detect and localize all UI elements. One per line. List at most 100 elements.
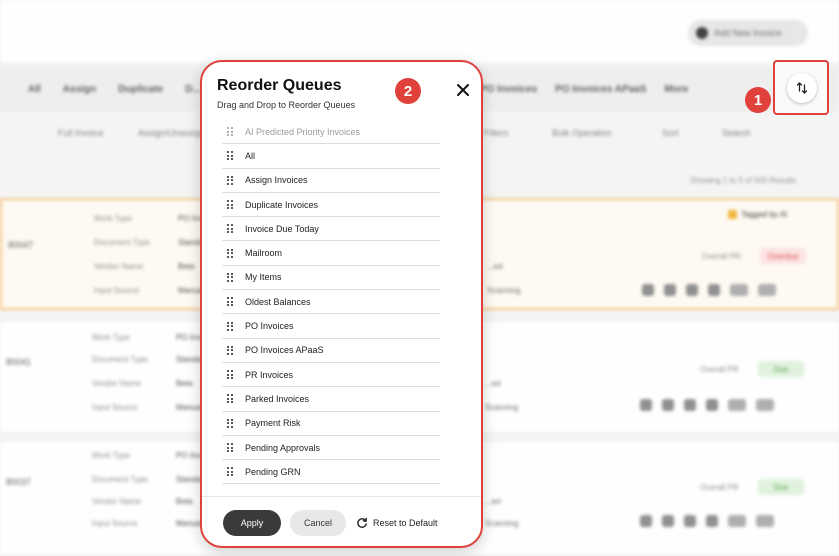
queue-item[interactable]: AI Predicted Priority Invoices — [222, 120, 440, 145]
row-actions — [640, 399, 774, 411]
queue-item[interactable]: PO Invoices — [222, 314, 440, 339]
drag-handle-icon[interactable] — [227, 321, 235, 331]
queue-label: Pending GRN — [245, 466, 301, 477]
field-label: Input Source — [92, 403, 138, 412]
comment-icon[interactable] — [708, 284, 720, 296]
modal-footer: Apply Cancel Reset to Default — [202, 496, 481, 546]
tab-po-invoices-apaas[interactable]: PO Invoices APaaS — [555, 84, 646, 95]
field-value: ...ed — [485, 497, 501, 506]
comment-icon[interactable] — [706, 515, 718, 527]
view-icon[interactable] — [642, 284, 654, 296]
more-icon[interactable] — [756, 399, 774, 411]
queue-item[interactable]: Pending GRN — [222, 460, 440, 485]
queue-label: PR Invoices — [245, 369, 294, 380]
drag-handle-icon[interactable] — [227, 467, 235, 477]
filters-action[interactable]: Filters — [484, 128, 509, 138]
tab-all[interactable]: All — [28, 84, 41, 95]
modal-title: Reorder Queues — [217, 77, 342, 94]
status-badge: Overdue — [760, 248, 806, 264]
queue-item[interactable]: Invoice Due Today — [222, 217, 440, 242]
edit-icon[interactable] — [662, 515, 674, 527]
drag-handle-icon[interactable] — [227, 127, 235, 137]
queue-item[interactable]: Oldest Balances — [222, 290, 440, 315]
queue-label: Pending Approvals — [245, 442, 321, 453]
expand-icon[interactable] — [728, 399, 746, 411]
flag-icon[interactable] — [686, 284, 698, 296]
close-button[interactable] — [451, 78, 475, 102]
drag-handle-icon[interactable] — [227, 248, 235, 258]
full-invoice-action[interactable]: Full Invoice — [58, 128, 104, 138]
queue-item[interactable]: Parked Invoices — [222, 387, 440, 412]
sort-action[interactable]: Sort — [662, 128, 679, 138]
reorder-queues-modal: Reorder Queues Drag and Drop to Reorder … — [200, 60, 483, 548]
cancel-button[interactable]: Cancel — [290, 510, 346, 536]
status-badge: Due — [758, 479, 804, 495]
queue-item[interactable]: Assign Invoices — [222, 169, 440, 193]
view-icon[interactable] — [640, 399, 652, 411]
close-icon — [457, 84, 469, 96]
more-icon[interactable] — [756, 515, 774, 527]
drag-handle-icon[interactable] — [227, 224, 235, 234]
field-label: Vendor Name — [92, 379, 141, 388]
flag-icon[interactable] — [684, 399, 696, 411]
queue-label: Assign Invoices — [245, 175, 308, 186]
queue-label: Invoice Due Today — [245, 223, 319, 234]
drag-handle-icon[interactable] — [227, 151, 235, 161]
ai-tag-label: Tagged by AI — [741, 210, 788, 219]
drag-handle-icon[interactable] — [227, 272, 235, 282]
assign-action[interactable]: Assign/Unassign — [138, 128, 205, 138]
drag-handle-icon[interactable] — [227, 370, 235, 380]
drag-handle-icon[interactable] — [227, 175, 235, 185]
apply-button[interactable]: Apply — [223, 510, 281, 536]
tab-duplicate[interactable]: Duplicate — [118, 84, 163, 95]
field-value: Manual — [176, 403, 203, 412]
expand-icon[interactable] — [728, 515, 746, 527]
tab-assign[interactable]: Assign — [63, 84, 96, 95]
queue-label: AI Predicted Priority Invoices — [245, 126, 361, 137]
field-label: Work Type — [92, 333, 130, 342]
flag-icon[interactable] — [684, 515, 696, 527]
invoice-id: 80041 — [6, 357, 32, 367]
edit-icon[interactable] — [662, 399, 674, 411]
field-label: Document Type — [94, 238, 150, 247]
more-icon[interactable] — [758, 284, 776, 296]
queue-item[interactable]: Payment Risk — [222, 412, 440, 436]
queue-item[interactable]: PO Invoices APaaS — [222, 339, 440, 363]
expand-icon[interactable] — [730, 284, 748, 296]
tab-po-invoices[interactable]: PO Invoices — [480, 84, 537, 95]
tab-more[interactable]: More — [664, 84, 688, 95]
add-invoice-button[interactable]: Add New Invoice — [688, 20, 808, 46]
reorder-highlight-frame — [773, 60, 829, 115]
status-badge: Due — [758, 361, 804, 377]
queue-item[interactable]: Duplicate Invoices — [222, 193, 440, 218]
step-callout-1: 1 — [745, 87, 771, 113]
tab-hidden[interactable]: D... — [185, 84, 201, 95]
field-value: ...ed — [485, 379, 501, 388]
drag-handle-icon[interactable] — [227, 443, 235, 452]
field-label: Document Type — [92, 475, 148, 484]
search-action[interactable]: Search — [722, 128, 751, 138]
queue-item[interactable]: Mailroom — [222, 241, 440, 266]
comment-icon[interactable] — [706, 399, 718, 411]
queue-item[interactable]: Pending Approvals — [222, 436, 440, 461]
field-label: Input Source — [92, 519, 138, 528]
add-invoice-label: Add New Invoice — [714, 28, 782, 38]
view-icon[interactable] — [640, 515, 652, 527]
ai-tag-icon — [728, 210, 737, 219]
queue-item[interactable]: My Items — [222, 266, 440, 291]
drag-handle-icon[interactable] — [227, 418, 235, 428]
drag-handle-icon[interactable] — [227, 200, 235, 210]
drag-handle-icon[interactable] — [227, 345, 235, 355]
bulk-operation-action[interactable]: Bulk Operation — [552, 128, 612, 138]
reorder-queues-button[interactable] — [787, 73, 817, 103]
drag-handle-icon[interactable] — [227, 394, 235, 404]
field-label: Input Source — [94, 286, 140, 295]
queue-item[interactable]: All — [222, 144, 440, 169]
reset-to-default-button[interactable]: Reset to Default — [356, 510, 438, 536]
queue-item[interactable]: PR Invoices — [222, 363, 440, 388]
invoice-id: 80047 — [8, 240, 34, 250]
drag-handle-icon[interactable] — [227, 297, 235, 307]
field-label: Work Type — [94, 214, 132, 223]
step-callout-2: 2 — [395, 78, 421, 104]
edit-icon[interactable] — [664, 284, 676, 296]
